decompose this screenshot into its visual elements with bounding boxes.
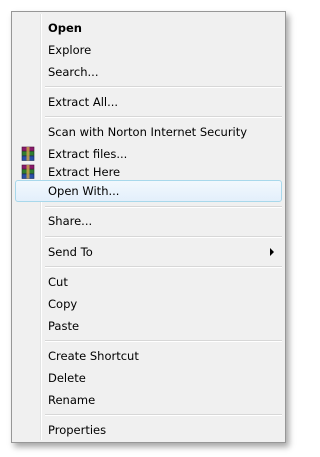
menu-item-search-label: Search...	[48, 65, 99, 79]
menu-item-paste-label: Paste	[48, 319, 80, 333]
menu-item-copy[interactable]: Copy	[15, 293, 282, 315]
menu-item-paste[interactable]: Paste	[15, 315, 282, 337]
menu-item-rename[interactable]: Rename	[15, 389, 282, 411]
context-menu: Open Explore Search... Extract All... Sc…	[11, 11, 286, 443]
menu-item-send-to[interactable]: Send To	[15, 241, 282, 263]
winrar-icon	[21, 164, 35, 179]
menu-separator	[45, 86, 282, 88]
menu-separator	[45, 206, 282, 208]
winrar-icon	[21, 146, 35, 161]
menu-item-open-with-label: Open With...	[48, 184, 120, 198]
menu-item-create-shortcut-label: Create Shortcut	[48, 349, 139, 363]
menu-separator	[45, 116, 282, 118]
menu-item-search[interactable]: Search...	[15, 61, 282, 83]
menu-item-share-label: Share...	[48, 214, 93, 228]
menu-item-delete[interactable]: Delete	[15, 367, 282, 389]
menu-item-delete-label: Delete	[48, 371, 86, 385]
menu-item-explore-label: Explore	[48, 43, 92, 57]
menu-separator	[45, 266, 282, 268]
submenu-arrow-icon	[270, 248, 274, 256]
menu-separator	[45, 236, 282, 238]
menu-separator	[45, 340, 282, 342]
menu-item-explore[interactable]: Explore	[15, 39, 282, 61]
menu-item-extract-all-label: Extract All...	[48, 95, 119, 109]
menu-item-extract-all[interactable]: Extract All...	[15, 91, 282, 113]
menu-separator	[45, 414, 282, 416]
menu-item-scan-norton-label: Scan with Norton Internet Security	[48, 125, 248, 139]
menu-item-open-label: Open	[48, 21, 82, 35]
menu-item-properties[interactable]: Properties	[15, 419, 282, 441]
menu-item-send-to-label: Send To	[48, 245, 93, 259]
menu-item-copy-label: Copy	[48, 297, 78, 311]
menu-item-scan-norton[interactable]: Scan with Norton Internet Security	[15, 121, 282, 143]
menu-item-extract-files-label: Extract files...	[48, 147, 128, 161]
menu-item-cut-label: Cut	[48, 275, 68, 289]
menu-item-create-shortcut[interactable]: Create Shortcut	[15, 345, 282, 367]
menu-item-rename-label: Rename	[48, 393, 96, 407]
menu-item-properties-label: Properties	[48, 423, 107, 437]
menu-item-open[interactable]: Open	[15, 17, 282, 39]
menu-item-extract-here-label: Extract Here	[48, 165, 121, 179]
menu-item-open-with[interactable]: Open With...	[15, 180, 282, 202]
menu-item-cut[interactable]: Cut	[15, 271, 282, 293]
menu-item-share[interactable]: Share...	[15, 210, 282, 232]
